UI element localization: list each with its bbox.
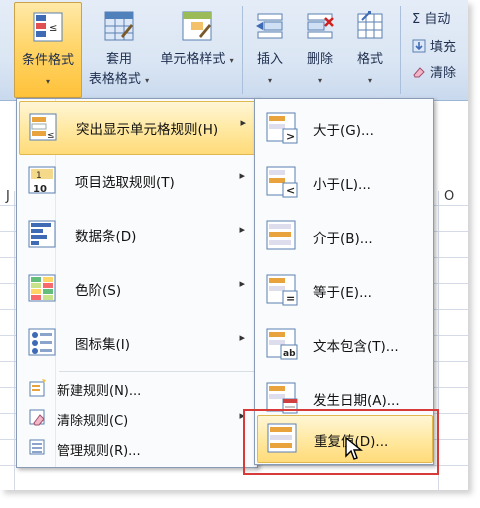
menu-item-new-rule[interactable]: 新建规则(N)...: [19, 373, 255, 403]
cell-style-label: 单元格样式: [160, 52, 226, 67]
submenu-item-label: 文本包含(T)...: [313, 339, 399, 355]
svg-text:≤: ≤: [47, 131, 55, 141]
format-label: 格式: [356, 52, 383, 67]
svg-text:<: <: [286, 184, 295, 197]
manage-rules-icon: [29, 439, 45, 455]
icon-sets-icon: [28, 328, 56, 356]
menu-item-top-bottom-rules[interactable]: 1 10 项目选取规则(T) ▸: [19, 155, 255, 207]
menu-separator: [59, 371, 255, 372]
mouse-cursor-icon: [345, 436, 363, 460]
menu-item-label: 管理规则(R)...: [57, 444, 141, 459]
dropdown-arrow-icon: ▾: [317, 76, 322, 85]
clear-button[interactable]: 清除: [412, 62, 456, 81]
top-bottom-rules-icon: 1 10: [28, 166, 56, 195]
excel-window: ≤ 条件格式 ▾ 套用 表格格式 ▾ 单元格样式 ▾ 插入 ▾ 删除 ▾ 格式 …: [0, 0, 468, 490]
column-header-j: J: [6, 189, 10, 204]
menu-item-label: 突出显示单元格规则(H): [76, 122, 219, 138]
text-contains-icon: ab: [266, 328, 298, 360]
ribbon: ≤ 条件格式 ▾ 套用 表格格式 ▾ 单元格样式 ▾ 插入 ▾ 删除 ▾ 格式 …: [0, 0, 468, 101]
svg-text:=: =: [286, 292, 295, 305]
format-cells-icon: [357, 11, 383, 39]
fill-down-icon: [412, 39, 426, 53]
cell-style-button[interactable]: 单元格样式 ▾: [156, 2, 238, 96]
greater-than-icon: >: [266, 112, 298, 144]
new-rule-icon: [29, 379, 46, 397]
dropdown-arrow-icon: ▾: [229, 56, 234, 65]
submenu-item-less-than[interactable]: < 小于(L)...: [257, 155, 431, 209]
table-format-label-2: 表格格式: [88, 72, 141, 87]
dropdown-arrow-icon: ▾: [267, 76, 272, 85]
conditional-format-menu: ≤ 突出显示单元格规则(H) ▸ 1 10 项目选取规则(T) ▸ 数据条(D)…: [16, 98, 258, 468]
ribbon-separator: [242, 6, 243, 94]
column-header-o: O: [444, 189, 455, 204]
submenu-arrow-icon: ▸: [240, 116, 246, 129]
menu-item-clear-rules[interactable]: 清除规则(C) ▸: [19, 403, 255, 433]
menu-item-color-scales[interactable]: 色阶(S) ▸: [19, 263, 255, 315]
submenu-arrow-icon: ▸: [239, 169, 245, 182]
submenu-arrow-icon: ▸: [239, 223, 245, 236]
autosum-label: Σ 自动: [412, 12, 451, 27]
table-format-label-1: 套用: [105, 52, 132, 67]
submenu-item-label: 大于(G)...: [313, 123, 374, 139]
fill-button[interactable]: 填充: [412, 36, 456, 55]
dropdown-arrow-icon: ▾: [367, 76, 372, 85]
grid-line: [14, 191, 15, 490]
menu-item-label: 新建规则(N)...: [57, 384, 142, 399]
svg-text:1: 1: [36, 171, 42, 181]
dropdown-arrow-icon: ▾: [145, 76, 150, 85]
delete-label: 删除: [306, 52, 333, 67]
menu-item-icon-sets[interactable]: 图标集(I) ▸: [19, 317, 255, 369]
submenu-item-label: 小于(L)...: [313, 177, 371, 193]
submenu-arrow-icon: ▸: [239, 331, 245, 344]
svg-text:>: >: [286, 130, 295, 143]
submenu-item-between[interactable]: 介于(B)...: [257, 209, 431, 263]
submenu-item-equal-to[interactable]: = 等于(E)...: [257, 263, 431, 317]
svg-text:10: 10: [33, 184, 47, 195]
delete-button[interactable]: 删除 ▾: [296, 2, 344, 96]
svg-text:ab: ab: [283, 349, 296, 359]
highlight-rules-icon: ≤: [29, 113, 57, 141]
submenu-item-label: 介于(B)...: [313, 231, 373, 247]
svg-text:≤: ≤: [49, 23, 57, 34]
menu-item-label: 项目选取规则(T): [75, 175, 175, 191]
insert-button[interactable]: 插入 ▾: [246, 2, 294, 96]
fill-label: 填充: [430, 40, 457, 55]
between-icon: [266, 220, 296, 250]
menu-item-highlight-rules[interactable]: ≤ 突出显示单元格规则(H) ▸: [19, 101, 257, 155]
color-scales-icon: [28, 274, 56, 302]
eraser-icon: [413, 67, 425, 78]
delete-cells-icon: [307, 13, 334, 39]
format-button[interactable]: 格式 ▾: [346, 2, 394, 96]
table-format-button[interactable]: 套用 表格格式 ▾: [84, 2, 154, 96]
menu-item-data-bars[interactable]: 数据条(D) ▸: [19, 209, 255, 261]
submenu-item-greater-than[interactable]: > 大于(G)...: [257, 101, 431, 155]
submenu-item-label: 等于(E)...: [313, 285, 372, 301]
insert-cells-icon: [256, 13, 283, 39]
menu-item-label: 清除规则(C): [57, 414, 129, 429]
menu-item-label: 图标集(I): [75, 337, 131, 353]
insert-label: 插入: [256, 52, 283, 67]
submenu-arrow-icon: ▸: [239, 277, 245, 290]
data-bars-icon: [28, 220, 56, 248]
submenu-item-text-contains[interactable]: ab 文本包含(T)...: [257, 317, 431, 371]
less-than-icon: <: [266, 166, 298, 198]
menu-item-manage-rules[interactable]: 管理规则(R)...: [19, 433, 255, 463]
conditional-format-label: 条件格式: [21, 53, 74, 68]
autosum-button[interactable]: Σ 自动: [412, 8, 450, 27]
conditional-format-button[interactable]: ≤ 条件格式 ▾: [14, 2, 82, 98]
dropdown-arrow-icon: ▾: [45, 77, 50, 86]
submenu-item-label: 发生日期(A)...: [313, 393, 400, 409]
menu-item-label: 数据条(D): [75, 229, 137, 245]
equal-to-icon: =: [266, 274, 298, 306]
clear-label: 清除: [430, 66, 457, 81]
cell-style-icon: [182, 11, 212, 41]
clear-rules-icon: [29, 409, 45, 426]
ribbon-separator: [400, 6, 401, 94]
menu-item-label: 色阶(S): [75, 283, 122, 299]
annotation-highlight-box: [243, 409, 439, 475]
table-format-icon: [104, 11, 134, 41]
conditional-format-icon: ≤: [33, 12, 63, 42]
